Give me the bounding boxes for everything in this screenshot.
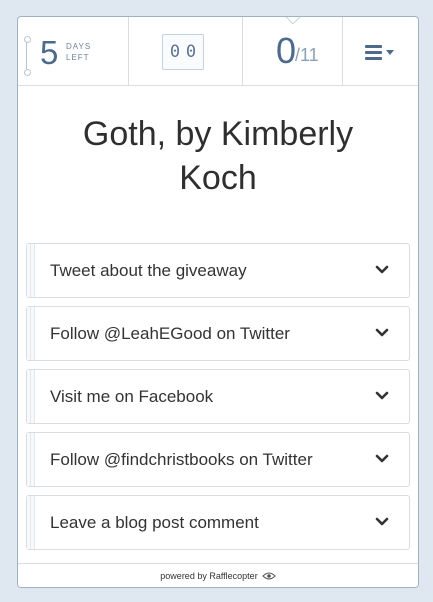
entry-strip xyxy=(27,433,35,486)
giveaway-title: Goth, by Kimberly Koch xyxy=(82,115,354,197)
entry-option[interactable]: Leave a blog post comment xyxy=(26,495,410,550)
entry-strip xyxy=(27,244,35,297)
days-left-stat: 5 DAYS LEFT xyxy=(18,17,129,85)
chevron-down-icon[interactable] xyxy=(375,453,389,465)
points-notch xyxy=(284,17,302,25)
powered-by-footer[interactable]: powered by Rafflecopter xyxy=(18,563,418,587)
entry-option[interactable]: Follow @LeahEGood on Twitter xyxy=(26,306,410,361)
entries-counter: 0 0 xyxy=(162,34,204,70)
points-total: /11 xyxy=(295,45,319,65)
chevron-down-icon[interactable] xyxy=(375,390,389,402)
entry-option[interactable]: Tweet about the giveaway xyxy=(26,243,410,298)
menu-button[interactable] xyxy=(365,41,401,63)
entry-label: Leave a blog post comment xyxy=(50,513,259,532)
caret-down-icon xyxy=(386,49,394,55)
days-left-label: DAYS LEFT xyxy=(66,41,91,63)
menu-stat xyxy=(343,17,418,85)
entry-option[interactable]: Visit me on Facebook xyxy=(26,369,410,424)
chevron-down-icon[interactable] xyxy=(375,264,389,276)
chevron-down-icon[interactable] xyxy=(375,327,389,339)
points-stat: 0 /11 xyxy=(243,17,343,85)
entry-label: Follow @findchristbooks on Twitter xyxy=(50,450,313,469)
entries-digit: 0 xyxy=(185,42,197,62)
your-entries-stat: 0 0 xyxy=(129,17,243,85)
days-left-decoration xyxy=(24,36,31,76)
points-earned: 0 xyxy=(276,30,297,71)
entry-label: Tweet about the giveaway xyxy=(50,261,247,280)
entries-digit: 0 xyxy=(169,42,181,62)
entry-label: Visit me on Facebook xyxy=(50,387,214,406)
stats-bar: 5 DAYS LEFT 0 0 0 /11 xyxy=(18,17,418,86)
days-left-label-line2: LEFT xyxy=(66,53,90,62)
rafflecopter-widget: 5 DAYS LEFT 0 0 0 /11 Goth, by Kimberly … xyxy=(17,16,419,588)
entry-strip xyxy=(27,496,35,549)
entry-strip xyxy=(27,307,35,360)
chevron-down-icon[interactable] xyxy=(375,516,389,528)
hamburger-menu-icon xyxy=(365,44,382,60)
days-left-label-line1: DAYS xyxy=(66,42,92,51)
entry-strip xyxy=(27,370,35,423)
eye-logo-icon xyxy=(261,572,276,579)
powered-by-text: powered by Rafflecopter xyxy=(160,570,258,581)
entry-option[interactable]: Follow @findchristbooks on Twitter xyxy=(26,432,410,487)
days-left-value: 5 xyxy=(40,34,59,71)
entry-label: Follow @LeahEGood on Twitter xyxy=(50,324,290,343)
